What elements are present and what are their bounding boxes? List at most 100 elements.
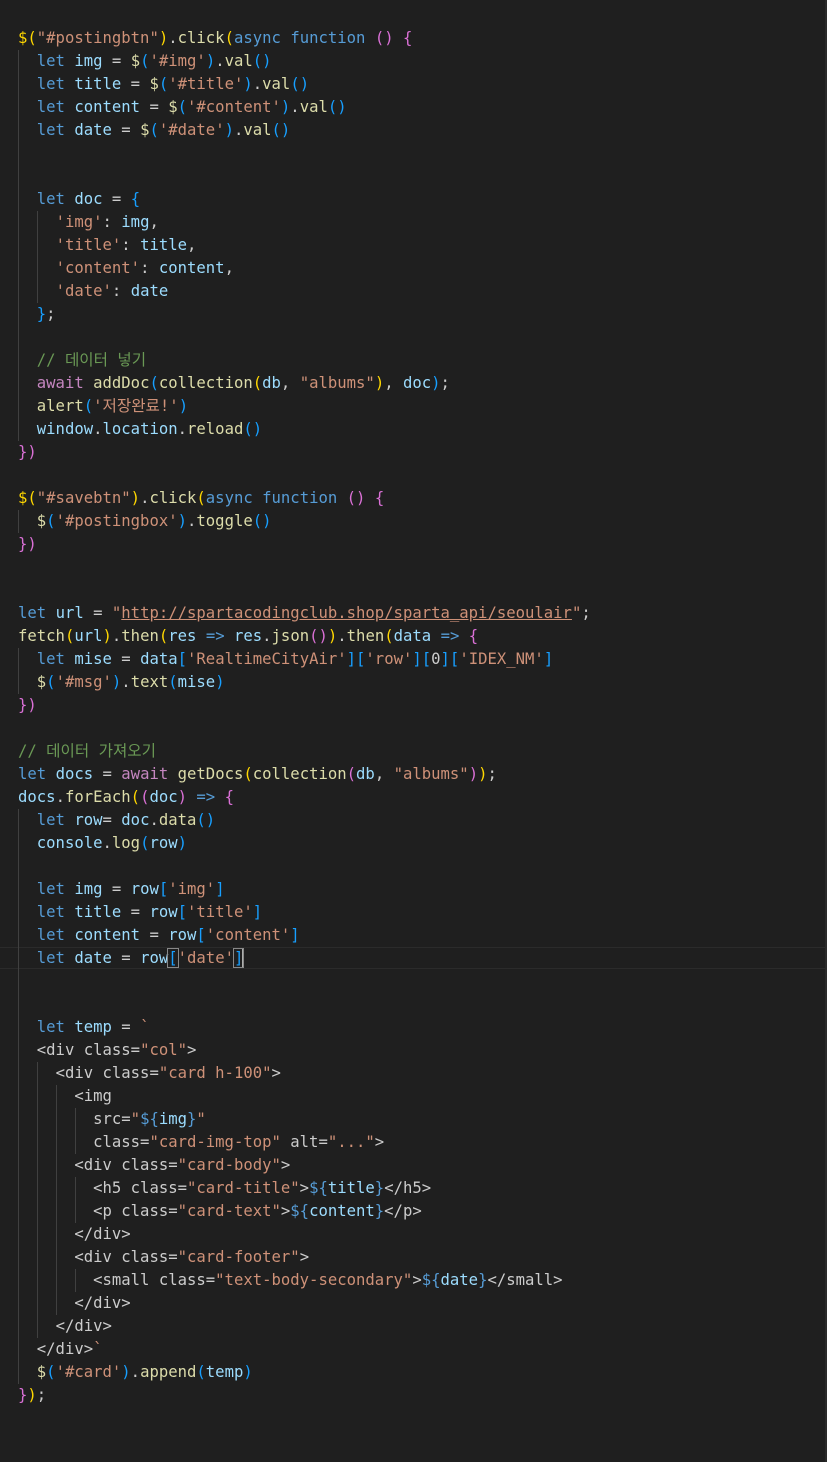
code-line[interactable]: </div>` [18, 1338, 103, 1361]
code-token: , [374, 765, 394, 783]
code-token: date [130, 282, 169, 300]
code-line[interactable]: console.log(row) [18, 832, 187, 855]
code-line[interactable]: <div class="col"> [18, 1039, 197, 1062]
code-token: ( [149, 121, 159, 139]
code-token: = [121, 903, 150, 921]
code-line[interactable]: src="${img}" [18, 1108, 206, 1131]
code-line[interactable]: <img [18, 1085, 112, 1108]
code-line[interactable]: <div class="card h-100"> [18, 1062, 281, 1085]
code-line[interactable]: let temp = ` [18, 1016, 150, 1039]
code-line[interactable]: 'date': date [18, 280, 169, 303]
code-line[interactable]: let title = row['title'] [18, 901, 262, 924]
code-token: = [140, 926, 169, 944]
code-token: = [102, 190, 131, 208]
code-token: . [121, 673, 131, 691]
code-line[interactable]: let row= doc.data() [18, 809, 215, 832]
code-token: ) [327, 627, 338, 645]
code-token: ; [487, 765, 497, 783]
code-token: . [252, 75, 263, 93]
code-token: row [74, 811, 103, 829]
code-token: '#postingbox' [55, 512, 178, 530]
code-editor[interactable]: $("#postingbtn").click(async function ()… [0, 0, 827, 1462]
code-line[interactable]: fetch(url).then(res => res.json()).then(… [18, 625, 478, 648]
code-token: mise [74, 650, 112, 668]
code-token: { [468, 627, 479, 645]
code-token: ( [158, 75, 169, 93]
code-token: $( [18, 489, 37, 507]
code-line[interactable]: // 데이터 가져오기 [18, 740, 156, 763]
code-line[interactable]: 'content': content, [18, 257, 234, 280]
code-line[interactable]: let img = row['img'] [18, 878, 225, 901]
code-line[interactable]: </div> [18, 1315, 112, 1338]
code-token: }) [18, 696, 37, 714]
code-token: () [243, 420, 263, 438]
code-token: db [262, 374, 281, 392]
code-line[interactable]: 'img': img, [18, 211, 159, 234]
code-token: ( [46, 512, 56, 530]
code-line[interactable]: }; [18, 303, 56, 326]
code-line[interactable]: window.location.reload() [18, 418, 262, 441]
code-line[interactable]: <h5 class="card-title">${title}</h5> [18, 1177, 431, 1200]
code-token: </div> [36, 1340, 94, 1358]
code-line[interactable]: let doc = { [18, 188, 140, 211]
code-line[interactable]: let content = row['content'] [18, 924, 300, 947]
code-token: <div class= [36, 1041, 141, 1059]
code-line[interactable]: let url = "http://spartacodingclub.shop/… [18, 602, 591, 625]
code-token: <h5 class= [93, 1179, 187, 1197]
code-line[interactable]: let date = row['date'] [18, 947, 245, 970]
code-token: <p class= [93, 1202, 178, 1220]
code-token: title [140, 236, 188, 254]
code-line[interactable]: <div class="card-footer"> [18, 1246, 309, 1269]
code-line[interactable]: let title = $('#title').val() [18, 73, 309, 96]
code-token: . [337, 627, 347, 645]
code-line[interactable]: }); [18, 1384, 46, 1407]
code-line[interactable]: class="card-img-top" alt="..."> [18, 1131, 384, 1154]
code-token: log [111, 834, 141, 852]
code-line[interactable]: $('#msg').text(mise) [18, 671, 225, 694]
code-line[interactable]: <div class="card-body"> [18, 1154, 290, 1177]
code-line[interactable]: let mise = data['RealtimeCityAir']['row'… [18, 648, 553, 671]
code-line[interactable]: }) [18, 533, 37, 556]
code-line[interactable]: await addDoc(collection(db, "albums"), d… [18, 372, 450, 395]
code-line[interactable]: let date = $('#date').val() [18, 119, 291, 142]
code-line[interactable]: let img = $('#img').val() [18, 50, 272, 73]
code-line[interactable]: <small class="text-body-secondary">${dat… [18, 1269, 562, 1292]
code-line[interactable]: $("#savebtn").click(async function () { [18, 487, 384, 510]
code-line[interactable]: </div> [18, 1292, 130, 1315]
code-line[interactable]: <p class="card-text">${content}</p> [18, 1200, 422, 1223]
code-token: let [36, 926, 65, 944]
code-token: temp [205, 1363, 244, 1381]
code-token: . [215, 52, 225, 70]
code-line[interactable]: }) [18, 694, 37, 717]
code-line[interactable]: 'title': title, [18, 234, 197, 257]
code-token: > [374, 1133, 385, 1151]
code-token: data [393, 627, 432, 645]
code-line[interactable]: // 데이터 넣기 [18, 349, 146, 372]
code-token: ] [290, 926, 300, 944]
code-line[interactable]: alert('저장완료!') [18, 395, 188, 418]
code-line[interactable]: $("#postingbtn").click(async function ()… [18, 27, 412, 50]
code-line[interactable]: docs.forEach((doc) => { [18, 786, 234, 809]
code-token: { [374, 489, 385, 507]
code-token: ) [431, 374, 441, 392]
code-token: val [299, 98, 328, 116]
code-line[interactable]: }) [18, 441, 37, 464]
code-token: $ [36, 512, 47, 530]
code-line[interactable]: </div> [18, 1223, 130, 1246]
code-line[interactable]: let docs = await getDocs(collection(db, … [18, 763, 497, 786]
code-token: async [233, 29, 281, 47]
code-line[interactable]: $('#card').append(temp) [18, 1361, 253, 1384]
code-line[interactable]: let content = $('#content').val() [18, 96, 347, 119]
code-token: : [140, 259, 159, 277]
code-line[interactable]: $('#postingbox').toggle() [18, 510, 272, 533]
